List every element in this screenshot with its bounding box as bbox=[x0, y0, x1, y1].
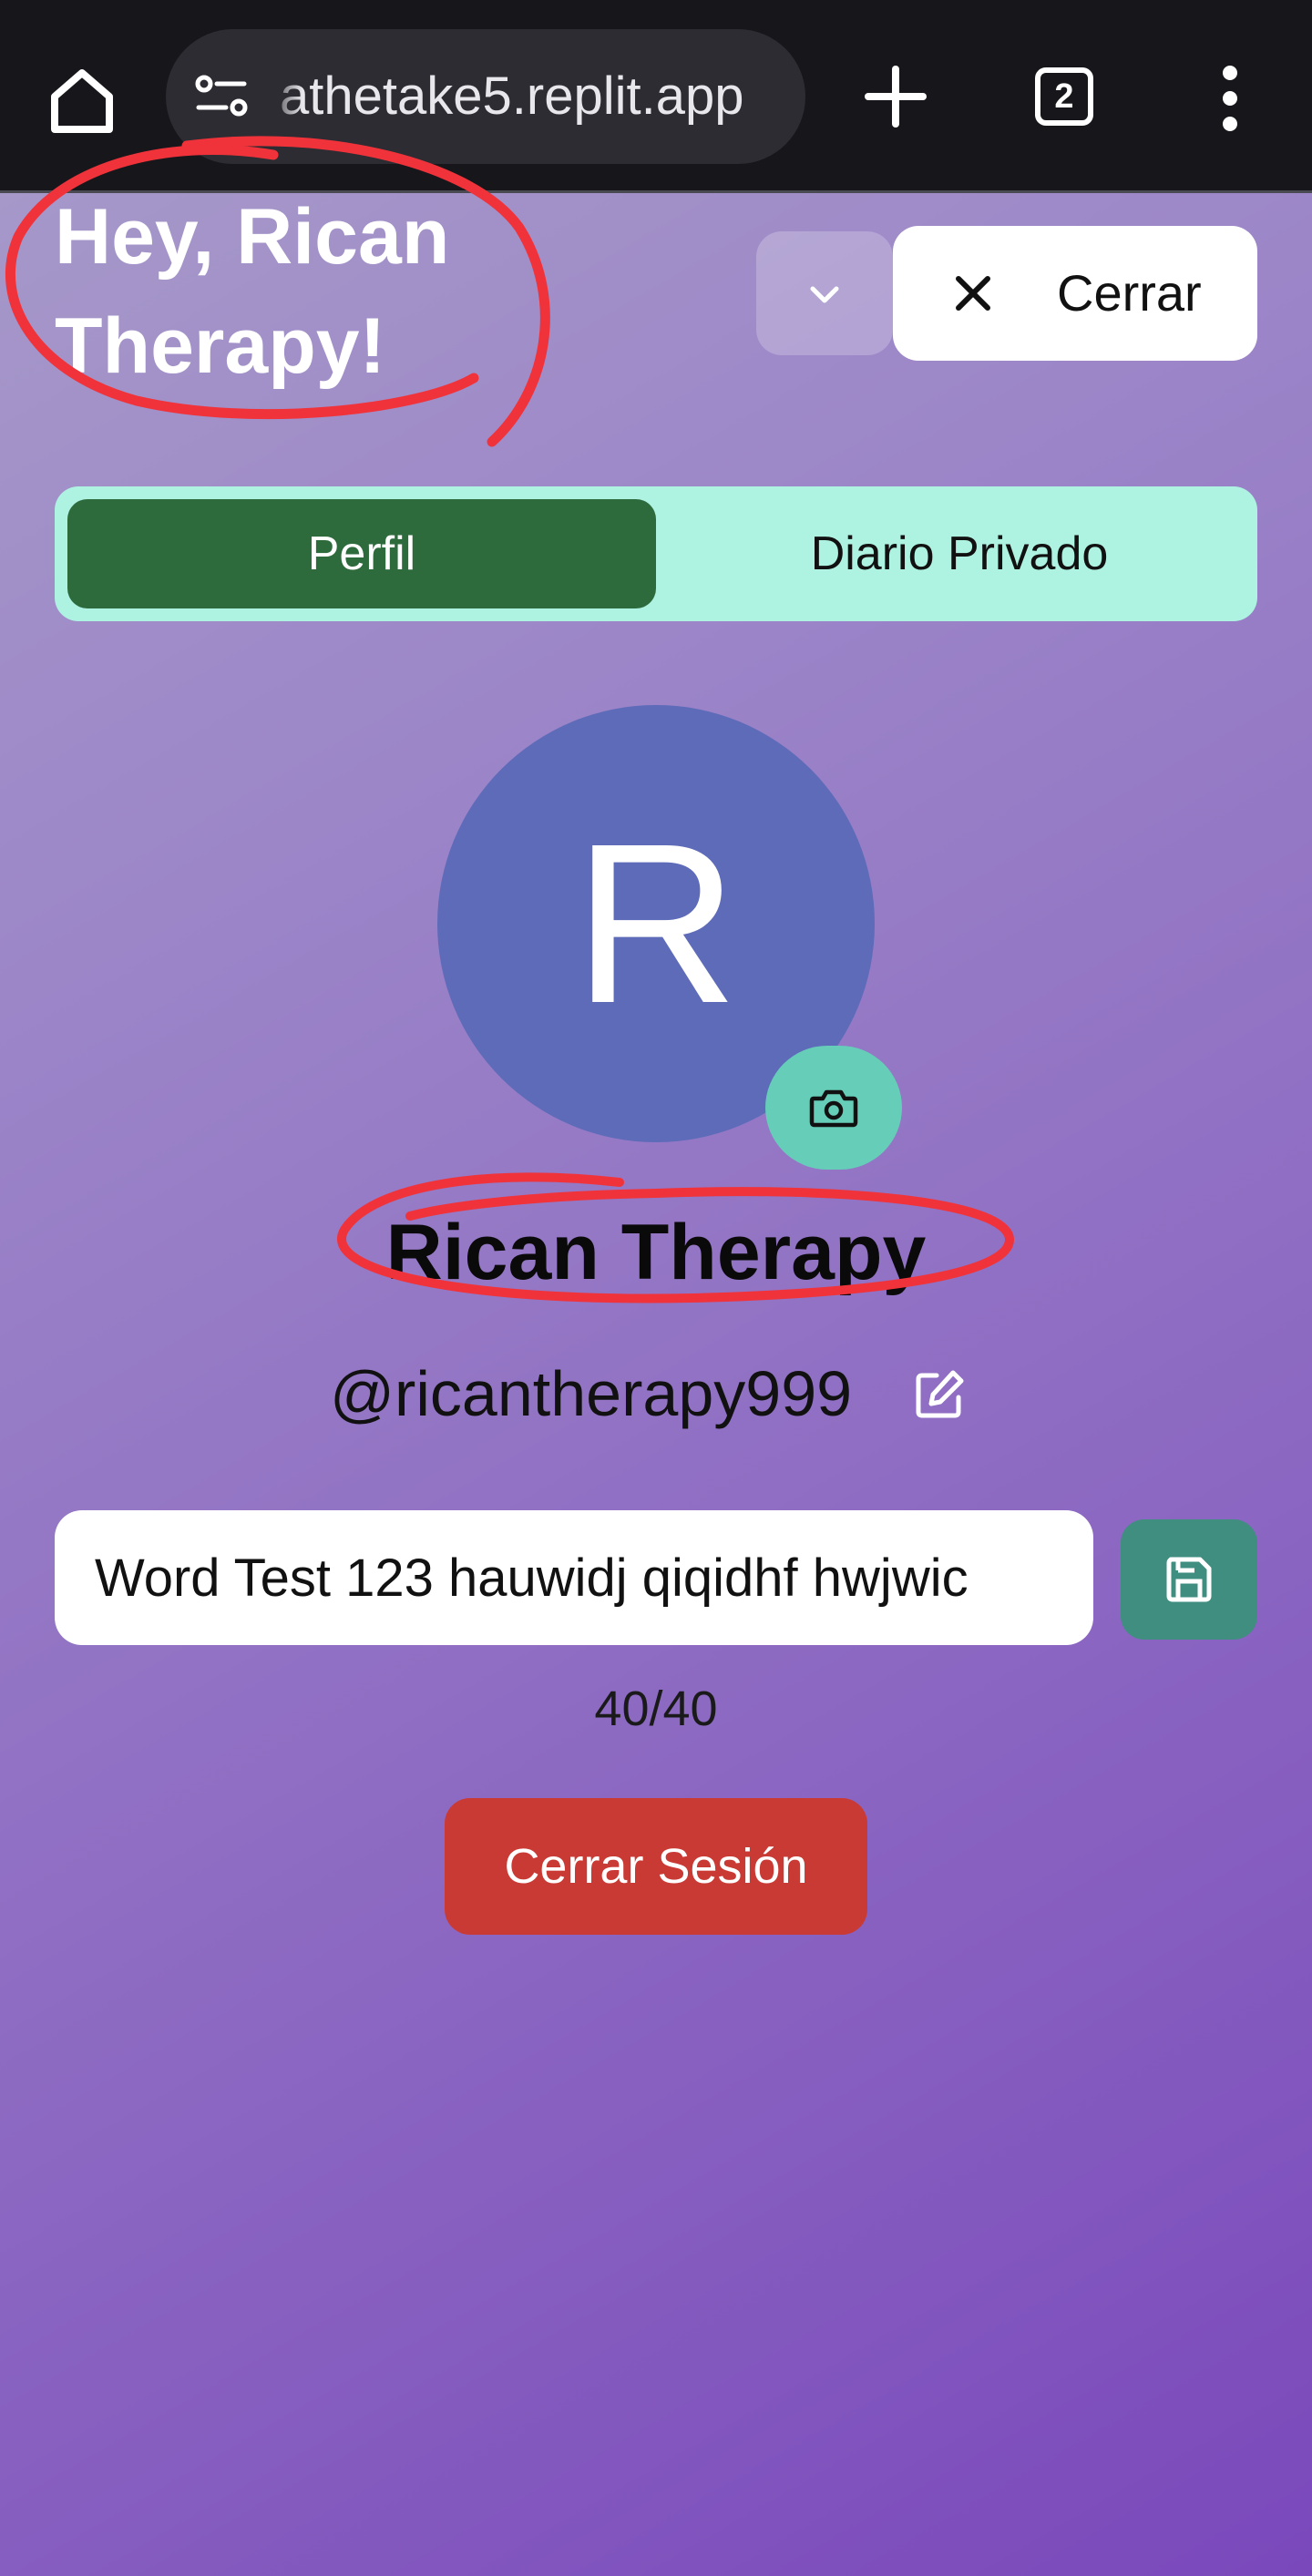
greeting-title: Hey, Rican Therapy! bbox=[55, 193, 450, 390]
chevron-down-icon bbox=[810, 286, 839, 303]
bio-input[interactable] bbox=[55, 1510, 1093, 1645]
close-icon bbox=[956, 276, 990, 311]
collapse-button[interactable] bbox=[756, 231, 893, 355]
browser-toolbar: athetake5.replit.app 2 bbox=[0, 0, 1312, 193]
close-button[interactable]: Cerrar bbox=[893, 226, 1257, 361]
address-bar[interactable]: athetake5.replit.app bbox=[166, 29, 805, 164]
more-vertical-icon[interactable] bbox=[1203, 64, 1257, 133]
save-bio-button[interactable] bbox=[1121, 1519, 1257, 1640]
tab-diario-privado[interactable]: Diario Privado bbox=[674, 499, 1245, 608]
site-settings-icon[interactable] bbox=[191, 66, 253, 128]
save-icon bbox=[1166, 1557, 1212, 1602]
tab-perfil[interactable]: Perfil bbox=[67, 499, 656, 608]
edit-icon[interactable] bbox=[913, 1368, 966, 1421]
change-photo-button[interactable] bbox=[765, 1046, 902, 1170]
camera-icon bbox=[809, 1089, 858, 1128]
url-fade bbox=[266, 29, 302, 164]
display-name: Rican Therapy bbox=[385, 1209, 927, 1296]
bio-char-count: 40/40 bbox=[594, 1682, 718, 1736]
profile-tabs: Perfil Diario Privado bbox=[55, 486, 1257, 621]
close-button-label: Cerrar bbox=[1057, 264, 1202, 322]
logout-button[interactable]: Cerrar Sesión bbox=[445, 1798, 867, 1935]
plus-icon[interactable] bbox=[861, 62, 930, 131]
tab-switcher-button[interactable]: 2 bbox=[1035, 67, 1093, 126]
username: @ricantherapy999 bbox=[330, 1358, 853, 1429]
home-icon[interactable] bbox=[46, 64, 118, 137]
url-text[interactable]: athetake5.replit.app bbox=[280, 29, 743, 164]
